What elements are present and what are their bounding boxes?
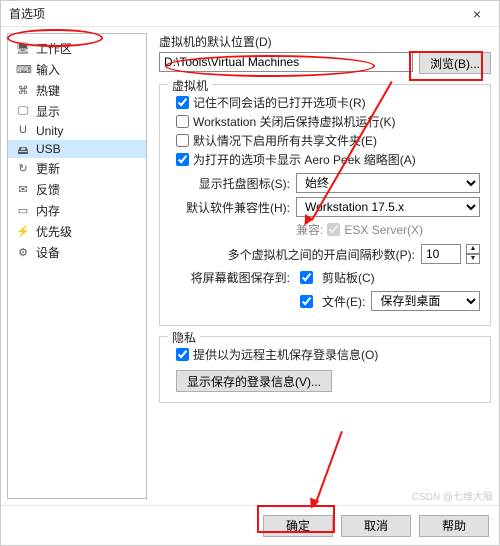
sidebar-item-label: 反馈 — [36, 181, 60, 198]
file-label: 文件(E): — [322, 293, 365, 310]
sidebar-icon: ▭ — [16, 204, 30, 218]
remember-tabs-label: 记住不同会话的已打开选项卡(R) — [193, 94, 366, 111]
sidebar-item-7[interactable]: ✉ 反馈 — [8, 179, 146, 200]
sidebar-icon: ⚙ — [16, 246, 30, 260]
aero-peek-label: 为打开的选项卡显示 Aero Peek 缩略图(A) — [193, 151, 416, 168]
compat-label: 默认软件兼容性(H): — [170, 199, 290, 216]
sidebar-icon: ⌘ — [16, 84, 30, 98]
sidebar-icon: 🖴 — [16, 142, 30, 156]
remember-tabs-checkbox[interactable] — [176, 96, 189, 109]
screenshot-label: 将屏幕截图保存到: — [170, 269, 290, 286]
sidebar-item-label: 输入 — [36, 61, 60, 78]
ok-button[interactable]: 确定 — [263, 515, 333, 537]
sidebar-item-label: USB — [36, 142, 61, 156]
spin-up-icon[interactable]: ▲ — [466, 244, 480, 254]
sidebar-item-1[interactable]: ⌨ 输入 — [8, 59, 146, 80]
clipboard-label: 剪贴板(C) — [322, 269, 375, 286]
compat-select[interactable]: Workstation 17.5.x — [296, 197, 480, 217]
clipboard-checkbox[interactable] — [300, 271, 313, 284]
keep-running-label: Workstation 关闭后保持虚拟机运行(K) — [193, 113, 395, 130]
sidebar-item-label: 内存 — [36, 202, 60, 219]
sidebar-icon: ↻ — [16, 162, 30, 176]
sidebar-icon: ✉ — [16, 183, 30, 197]
delay-label: 多个虚拟机之间的开启间隔秒数(P): — [170, 246, 415, 263]
tray-label: 显示托盘图标(S): — [170, 175, 290, 192]
sidebar-item-label: 热键 — [36, 82, 60, 99]
keep-running-checkbox[interactable] — [176, 115, 189, 128]
aero-peek-checkbox[interactable] — [176, 153, 189, 166]
tray-select[interactable]: 始终 — [296, 173, 480, 193]
sidebar-item-label: Unity — [36, 124, 63, 138]
help-button[interactable]: 帮助 — [419, 515, 489, 537]
privacy-checkbox[interactable] — [176, 348, 189, 361]
sidebar-item-4[interactable]: U Unity — [8, 122, 146, 140]
sidebar-item-label: 优先级 — [36, 223, 72, 240]
file-dest-select[interactable]: 保存到桌面 — [371, 291, 480, 311]
browse-button[interactable]: 浏览(B)... — [419, 52, 491, 74]
sidebar-item-label: 更新 — [36, 160, 60, 177]
sidebar-item-9[interactable]: ⚡ 优先级 — [8, 221, 146, 242]
shared-folders-checkbox[interactable] — [176, 134, 189, 147]
sidebar-item-3[interactable]: 🖵 显示 — [8, 101, 146, 122]
cancel-button[interactable]: 取消 — [341, 515, 411, 537]
sidebar-item-2[interactable]: ⌘ 热键 — [8, 80, 146, 101]
sidebar-item-label: 工作区 — [36, 40, 72, 57]
sidebar-item-label: 设备 — [36, 244, 60, 261]
sidebar-icon: U — [16, 124, 30, 138]
sidebar-icon: ⌨ — [16, 63, 30, 77]
shared-folders-label: 默认情况下启用所有共享文件夹(E) — [193, 132, 377, 149]
sidebar-item-5[interactable]: 🖴 USB — [8, 140, 146, 158]
spin-down-icon[interactable]: ▼ — [466, 254, 480, 264]
show-credentials-button[interactable]: 显示保存的登录信息(V)... — [176, 370, 332, 392]
sidebar-item-8[interactable]: ▭ 内存 — [8, 200, 146, 221]
esx-label: ESX Server(X) — [344, 223, 423, 237]
sidebar-item-6[interactable]: ↻ 更新 — [8, 158, 146, 179]
window-title: 首选项 — [9, 5, 461, 22]
sidebar: 🖥 工作区 ⌨ 输入 ⌘ 热键 🖵 显示 U Unity 🖴 USB ↻ 更新 ✉ 反馈 ▭ 内存 ⚡ 优先级 ⚙ 设备 — [7, 33, 147, 499]
sidebar-icon: ⚡ — [16, 225, 30, 239]
sidebar-item-label: 显示 — [36, 103, 60, 120]
sidebar-item-0[interactable]: 🖥 工作区 — [8, 38, 146, 59]
default-location-label: 虚拟机的默认位置(D) — [159, 33, 491, 50]
delay-input[interactable] — [421, 244, 461, 264]
vm-group-title: 虚拟机 — [168, 77, 212, 94]
privacy-label: 提供以为远程主机保存登录信息(O) — [193, 346, 378, 363]
file-checkbox[interactable] — [300, 295, 313, 308]
privacy-group-title: 隐私 — [168, 329, 200, 346]
compat-sub-label: 兼容: — [296, 221, 323, 238]
default-location-input[interactable] — [159, 52, 413, 72]
sidebar-icon: 🖵 — [16, 105, 30, 119]
close-icon[interactable]: × — [461, 2, 493, 26]
sidebar-item-10[interactable]: ⚙ 设备 — [8, 242, 146, 263]
esx-checkbox — [327, 223, 340, 236]
sidebar-icon: 🖥 — [16, 42, 30, 56]
